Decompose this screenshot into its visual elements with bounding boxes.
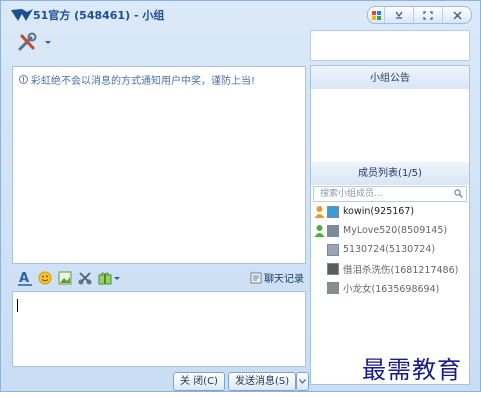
send-button[interactable]: 发送消息(S) bbox=[227, 372, 297, 391]
smiley-icon bbox=[38, 271, 52, 285]
chevron-down-icon bbox=[299, 379, 307, 384]
member-name: 借泪杀洗伤(1681217486) bbox=[343, 264, 459, 276]
picture-icon bbox=[58, 271, 72, 285]
more-tools-button[interactable] bbox=[98, 270, 120, 286]
close-window-button[interactable] bbox=[442, 7, 471, 23]
gift-icon bbox=[98, 272, 120, 285]
avatar bbox=[327, 224, 339, 237]
avatar bbox=[327, 243, 339, 256]
avatar bbox=[327, 281, 339, 294]
member-item[interactable]: kowin(925167) bbox=[311, 202, 469, 221]
online-user-icon bbox=[314, 225, 325, 237]
format-toolbar: A 聊天记录 bbox=[12, 266, 306, 290]
font-button[interactable]: A bbox=[18, 270, 32, 286]
admin-user-icon bbox=[314, 206, 325, 218]
member-list-header: 成员列表(1/5) bbox=[311, 162, 469, 185]
image-button[interactable] bbox=[58, 270, 72, 286]
maximize-button[interactable] bbox=[413, 7, 442, 23]
svg-text:A: A bbox=[19, 271, 29, 286]
member-search-placeholder: 搜索小组成员... bbox=[320, 189, 383, 199]
action-buttons: 关 闭(C) 发送消息(S) bbox=[173, 372, 310, 391]
avatar bbox=[327, 262, 339, 275]
watermark-text: 最需教育 bbox=[362, 356, 462, 384]
group-side-panel: 小组公告 成员列表(1/5) 搜索小组成员... kowin(925167) M… bbox=[310, 65, 470, 385]
member-name: MyLove520(8509145) bbox=[343, 225, 448, 236]
member-name: 小龙女(1635698694) bbox=[343, 283, 440, 295]
info-icon: ! bbox=[19, 75, 28, 84]
send-options-dropdown[interactable] bbox=[296, 372, 310, 391]
emoji-button[interactable] bbox=[38, 270, 52, 286]
message-input[interactable] bbox=[12, 291, 306, 367]
profile-box bbox=[310, 30, 470, 61]
chat-history-label: 聊天记录 bbox=[264, 274, 304, 285]
security-notice: ! 彩虹绝不会以消息的方式通知用户中奖，谨防上当! bbox=[19, 72, 255, 87]
status-placeholder bbox=[314, 281, 325, 294]
announcement-body bbox=[311, 89, 469, 162]
text-caret bbox=[17, 299, 18, 312]
window-controls bbox=[367, 6, 472, 24]
chat-window: 51官方 (548461) - 小组 ! 彩虹绝不会以消息的方式通知用户中奖，谨… bbox=[0, 0, 481, 392]
flag-icon[interactable] bbox=[368, 7, 384, 23]
member-name: kowin(925167) bbox=[343, 206, 415, 217]
member-name: 5130724(5130724) bbox=[343, 244, 436, 255]
member-item[interactable]: MyLove520(8509145) bbox=[311, 221, 469, 240]
search-icon[interactable] bbox=[454, 189, 463, 198]
announcement-header: 小组公告 bbox=[311, 66, 469, 89]
font-icon: A bbox=[18, 271, 32, 286]
message-area[interactable]: ! 彩虹绝不会以消息的方式通知用户中奖，谨防上当! bbox=[12, 66, 306, 264]
history-icon bbox=[250, 272, 262, 283]
member-item[interactable]: 借泪杀洗伤(1681217486) bbox=[311, 259, 469, 278]
chat-history-button[interactable]: 聊天记录 bbox=[250, 270, 304, 285]
member-item[interactable]: 小龙女(1635698694) bbox=[311, 278, 469, 297]
minimize-button[interactable] bbox=[384, 7, 413, 23]
app-logo-icon bbox=[11, 9, 33, 21]
title-bar[interactable]: 51官方 (548461) - 小组 bbox=[1, 1, 480, 27]
scissors-icon bbox=[78, 272, 92, 285]
screenshot-button[interactable] bbox=[78, 270, 92, 286]
member-search-input[interactable]: 搜索小组成员... bbox=[313, 186, 467, 202]
status-placeholder bbox=[314, 243, 325, 256]
status-placeholder bbox=[314, 262, 325, 275]
avatar bbox=[327, 205, 339, 218]
tools-icon bbox=[18, 32, 51, 51]
window-title: 51官方 (548461) - 小组 bbox=[33, 9, 165, 22]
notice-text: 彩虹绝不会以消息的方式通知用户中奖，谨防上当! bbox=[31, 76, 256, 87]
member-item[interactable]: 5130724(5130724) bbox=[311, 240, 469, 259]
close-button[interactable]: 关 闭(C) bbox=[173, 372, 225, 391]
tools-menu-button[interactable] bbox=[17, 32, 57, 52]
